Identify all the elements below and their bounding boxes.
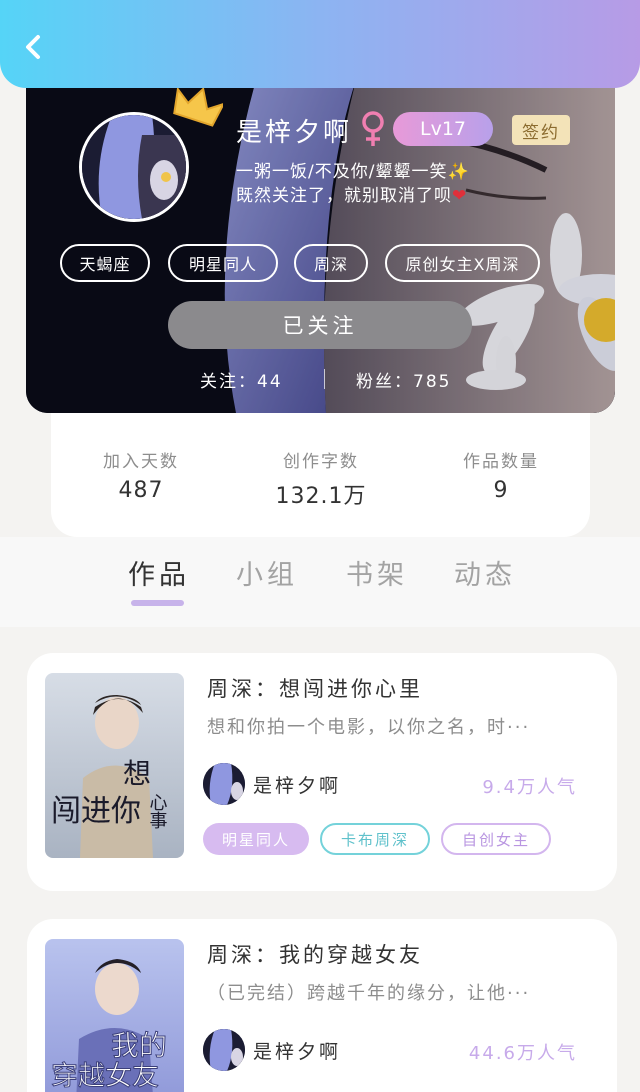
author-avatar-image — [203, 763, 245, 805]
fans-label: 粉丝： — [356, 372, 413, 392]
book-cover-image: 想 闯进你 心事 — [45, 673, 184, 858]
bio-line-1: 一粥一饭/不及你/颦颦一笑 — [236, 162, 448, 182]
book-title[interactable]: 周深：我的穿越女友 — [207, 939, 423, 969]
stat-label: 加入天数 — [103, 452, 179, 472]
stat-label: 作品数量 — [463, 452, 539, 472]
profile-tag[interactable]: 明星同人 — [168, 244, 278, 282]
stat-value: 487 — [118, 478, 164, 503]
book-title[interactable]: 周深：想闯进你心里 — [207, 673, 423, 703]
tab-groups[interactable]: 小组 — [236, 553, 298, 592]
book-cover-image: 我的 穿越女友 — [45, 939, 184, 1092]
level-badge: Lv17 — [393, 112, 493, 146]
book-tag[interactable]: 明星同人 — [203, 823, 309, 855]
cover-title-side: 心事 — [147, 793, 168, 829]
author-avatar-image — [203, 1029, 245, 1071]
stats-card: 加入天数 487 创作字数 132.1万 作品数量 9 — [51, 413, 590, 537]
stat-word-count: 创作字数 132.1万 — [241, 447, 401, 510]
tab-bar: 作品 小组 书架 动态 — [0, 537, 640, 627]
author-name: 是梓夕啊 — [253, 775, 342, 797]
cover-title-top: 我的 — [111, 1029, 167, 1062]
following-label: 关注： — [200, 372, 257, 392]
stat-work-count: 作品数量 9 — [421, 447, 581, 503]
profile-tags: 天蝎座 明星同人 周深 原创女主X周深 — [60, 244, 600, 282]
follow-counts: 关注：44 粉丝：785 — [196, 367, 496, 393]
stat-value: 132.1万 — [275, 484, 367, 509]
nickname: 是梓夕啊 — [236, 118, 353, 148]
popularity: 44.6万人气 — [468, 1043, 577, 1064]
bio-line-2: 既然关注了，就别取消了呗 — [236, 186, 452, 206]
profile-header: 是梓夕啊 Lv17 签约 一粥一饭/不及你/颦颦一笑✨ 既然关注了，就别取消了呗… — [26, 80, 615, 413]
sparkle-icon: ✨ — [447, 162, 470, 182]
book-tag[interactable]: 自创女主 — [441, 823, 551, 855]
book-description: 想和你拍一个电影，以你之名，时··· — [207, 717, 531, 738]
stat-value: 9 — [493, 478, 509, 503]
book-cover[interactable]: 我的 穿越女友 — [45, 939, 184, 1092]
book-card[interactable]: 想 闯进你 心事 周深：想闯进你心里 想和你拍一个电影，以你之名，时··· 是梓… — [27, 653, 617, 891]
back-button[interactable] — [18, 32, 48, 62]
profile-tag[interactable]: 天蝎座 — [60, 244, 150, 282]
book-card[interactable]: 我的 穿越女友 周深：我的穿越女友 （已完结）跨越千年的缘分，让他··· 是梓夕… — [27, 919, 617, 1092]
fans-count[interactable]: 粉丝：785 — [356, 367, 451, 392]
book-cover[interactable]: 想 闯进你 心事 — [45, 673, 184, 858]
avatar-image — [82, 115, 186, 219]
active-tab-indicator — [131, 600, 184, 606]
cover-title-top: 想 — [123, 757, 151, 790]
tab-activity[interactable]: 动态 — [454, 553, 516, 592]
following-value: 44 — [257, 372, 283, 392]
cover-title-main: 穿越女友 — [51, 1061, 159, 1092]
profile-tag[interactable]: 原创女主X周深 — [385, 244, 540, 282]
bio: 一粥一饭/不及你/颦颦一笑✨ 既然关注了，就别取消了呗❤ — [236, 160, 536, 208]
profile-tag[interactable]: 周深 — [294, 244, 368, 282]
sign-badge: 签约 — [512, 115, 570, 145]
author-avatar — [203, 763, 245, 805]
follow-button[interactable]: 已关注 — [168, 301, 472, 349]
divider — [324, 369, 325, 389]
heart-icon: ❤ — [452, 186, 468, 206]
crown-icon — [173, 86, 223, 127]
stat-join-days: 加入天数 487 — [61, 447, 221, 503]
tab-bookshelf[interactable]: 书架 — [346, 553, 408, 592]
fans-value: 785 — [413, 372, 452, 392]
following-count[interactable]: 关注：44 — [200, 367, 283, 392]
chevron-left-icon — [26, 35, 40, 59]
top-bar — [0, 0, 640, 88]
cover-title-main: 闯进你 — [51, 794, 141, 829]
stat-label: 创作字数 — [283, 452, 359, 472]
book-tag[interactable]: 卡布周深 — [320, 823, 430, 855]
tab-works[interactable]: 作品 — [128, 553, 190, 592]
author-avatar — [203, 1029, 245, 1071]
author-name: 是梓夕啊 — [253, 1041, 342, 1063]
female-icon — [362, 111, 384, 146]
popularity: 9.4万人气 — [482, 777, 577, 798]
book-description: （已完结）跨越千年的缘分，让他··· — [207, 983, 531, 1004]
